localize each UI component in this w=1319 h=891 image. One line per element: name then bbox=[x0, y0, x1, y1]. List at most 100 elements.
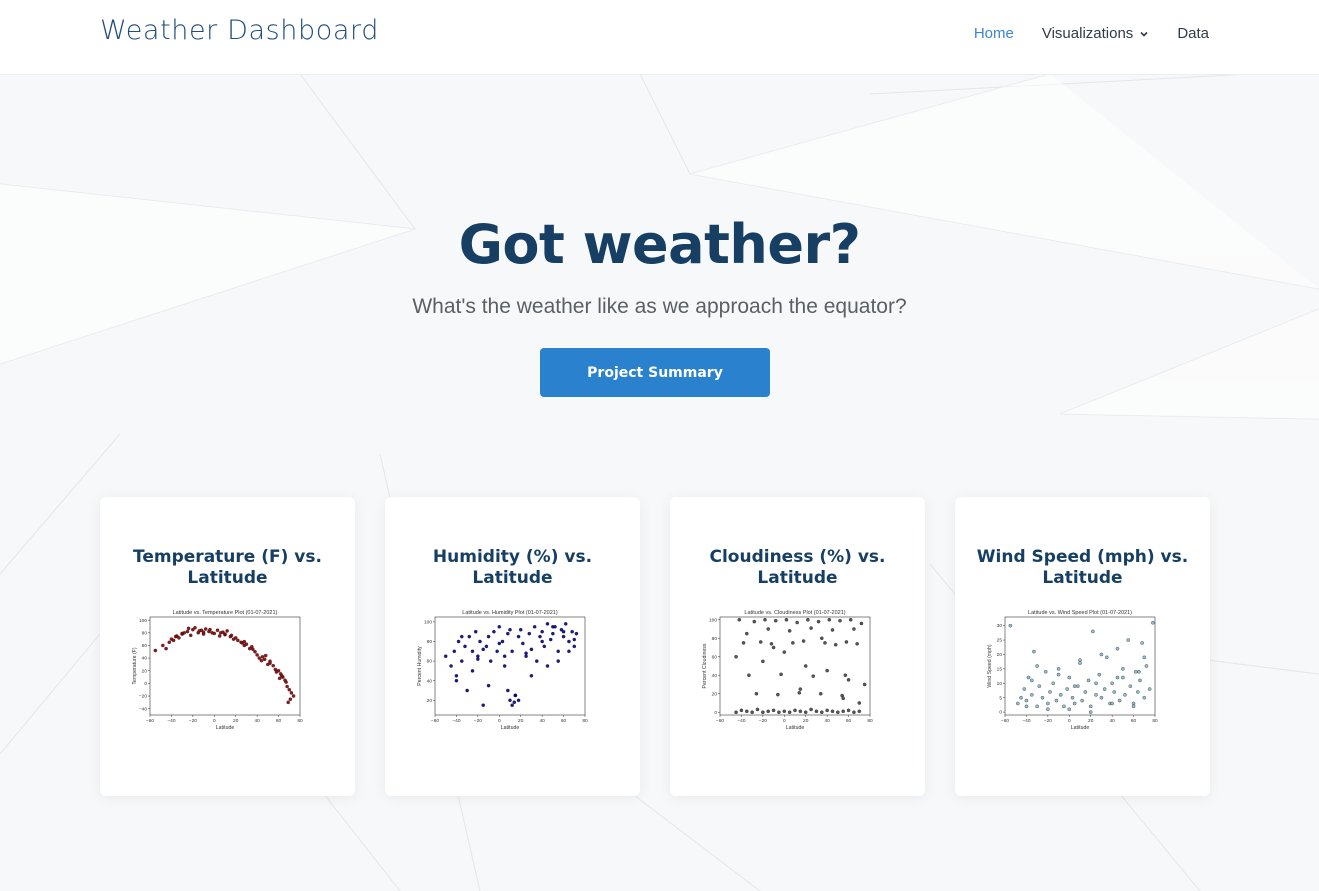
x-tick-label: 60 bbox=[276, 718, 282, 724]
data-point bbox=[289, 691, 294, 695]
data-point bbox=[274, 670, 279, 674]
data-point bbox=[862, 682, 867, 687]
data-point bbox=[1067, 675, 1072, 680]
x-tick-label: 40 bbox=[1109, 718, 1115, 724]
data-point bbox=[771, 708, 776, 713]
x-tick-label: −60 bbox=[146, 718, 154, 724]
data-point bbox=[486, 634, 491, 639]
data-point bbox=[750, 710, 754, 715]
project-summary-button[interactable]: Project Summary bbox=[540, 348, 770, 397]
x-tick-label: −60 bbox=[716, 718, 724, 724]
data-point bbox=[818, 691, 823, 696]
data-point bbox=[492, 629, 496, 634]
data-point bbox=[263, 653, 268, 658]
cloudiness-card[interactable]: Cloudiness (%) vs. Latitude Latitude vs.… bbox=[670, 497, 925, 796]
y-tick-label: 60 bbox=[427, 659, 433, 665]
data-point bbox=[502, 664, 507, 668]
y-tick-label: 10 bbox=[997, 681, 1003, 687]
wind-speed-card[interactable]: Wind Speed (mph) vs. Latitude Latitude v… bbox=[955, 497, 1210, 796]
data-point bbox=[540, 639, 544, 644]
nav-data[interactable]: Data bbox=[1177, 25, 1209, 42]
data-point bbox=[185, 629, 190, 634]
data-point bbox=[259, 658, 264, 663]
x-tick-label: −40 bbox=[167, 718, 175, 724]
data-point bbox=[814, 709, 819, 714]
data-point bbox=[843, 673, 848, 678]
data-point bbox=[773, 618, 778, 623]
data-point bbox=[1046, 701, 1050, 706]
data-point bbox=[460, 634, 464, 639]
y-tick-label: 80 bbox=[427, 639, 433, 645]
data-point bbox=[761, 659, 765, 664]
card-title: Cloudiness (%) vs. Latitude bbox=[670, 547, 925, 589]
data-point bbox=[1128, 684, 1133, 688]
x-tick-label: −40 bbox=[1022, 718, 1030, 724]
data-point bbox=[572, 644, 577, 649]
data-point bbox=[1115, 646, 1120, 651]
data-point bbox=[801, 639, 806, 643]
x-tick-label: −60 bbox=[431, 718, 439, 724]
x-tick-label: 0 bbox=[783, 718, 786, 724]
nav-home[interactable]: Home bbox=[974, 25, 1014, 42]
chart-title: Latitude vs. Cloudiness Plot (01-07-2021… bbox=[744, 610, 845, 616]
data-point bbox=[449, 664, 453, 668]
data-point bbox=[1048, 690, 1052, 694]
data-point bbox=[1115, 675, 1120, 680]
nav-visualizations[interactable]: Visualizations bbox=[1042, 25, 1149, 42]
data-point bbox=[827, 617, 832, 622]
temperature-card[interactable]: Temperature (F) vs. Latitude Latitude vs… bbox=[100, 497, 355, 796]
humidity-card[interactable]: Humidity (%) vs. Latitude Latitude vs. H… bbox=[385, 497, 640, 796]
data-point bbox=[1037, 684, 1042, 688]
data-point bbox=[1151, 620, 1155, 625]
data-point bbox=[1035, 664, 1039, 668]
data-point bbox=[1088, 704, 1093, 709]
data-point bbox=[820, 636, 824, 641]
temperature-scatter-plot: Latitude vs. Temperature Plot (01-07-202… bbox=[132, 610, 303, 731]
x-tick-label: 80 bbox=[867, 718, 873, 724]
data-point bbox=[1102, 687, 1107, 691]
data-point bbox=[776, 692, 780, 697]
y-axis-label: Temperature (F) bbox=[132, 647, 138, 684]
x-tick-label: 20 bbox=[803, 718, 809, 724]
data-point bbox=[823, 641, 827, 645]
data-point bbox=[262, 657, 267, 662]
data-point bbox=[229, 633, 234, 638]
data-point bbox=[1117, 698, 1122, 703]
data-point bbox=[1024, 698, 1029, 703]
x-tick-label: −40 bbox=[452, 718, 460, 724]
data-point bbox=[488, 659, 493, 663]
data-point bbox=[201, 630, 206, 634]
data-point bbox=[811, 674, 815, 678]
data-point bbox=[556, 659, 560, 663]
data-point bbox=[574, 631, 579, 636]
card-title-line1: Wind Speed (mph) vs. bbox=[976, 547, 1189, 567]
humidity-scatter-plot: Latitude vs. Humidity Plot (01-07-2021) −… bbox=[417, 610, 588, 731]
data-point bbox=[510, 649, 514, 654]
data-point bbox=[212, 631, 217, 636]
data-point bbox=[540, 629, 544, 634]
data-point bbox=[857, 701, 862, 705]
data-point bbox=[1105, 655, 1109, 660]
brand-logo-text[interactable]: Weather Dashboard bbox=[100, 15, 379, 46]
y-tick-label: 60 bbox=[712, 654, 718, 660]
x-tick-label: −20 bbox=[759, 718, 767, 724]
data-point bbox=[171, 638, 176, 643]
data-point bbox=[1026, 675, 1031, 680]
data-point bbox=[242, 639, 247, 644]
data-point bbox=[271, 663, 275, 668]
chart-title: Latitude vs. Humidity Plot (01-07-2021) bbox=[462, 610, 558, 616]
data-point bbox=[217, 634, 222, 638]
data-point bbox=[561, 629, 566, 634]
data-point bbox=[1019, 695, 1023, 700]
x-tick-label: −20 bbox=[189, 718, 197, 724]
data-point bbox=[1030, 678, 1034, 683]
data-point bbox=[855, 642, 859, 646]
x-tick-label: −20 bbox=[474, 718, 482, 724]
data-point bbox=[754, 691, 759, 696]
chart-title: Latitude vs. Wind Speed Plot (01-07-2021… bbox=[1028, 610, 1132, 616]
y-axis-label: Percent Humidity bbox=[417, 646, 423, 686]
data-point bbox=[1054, 698, 1059, 703]
data-point bbox=[1112, 690, 1117, 694]
plot-frame bbox=[719, 616, 871, 716]
data-point bbox=[846, 678, 851, 682]
